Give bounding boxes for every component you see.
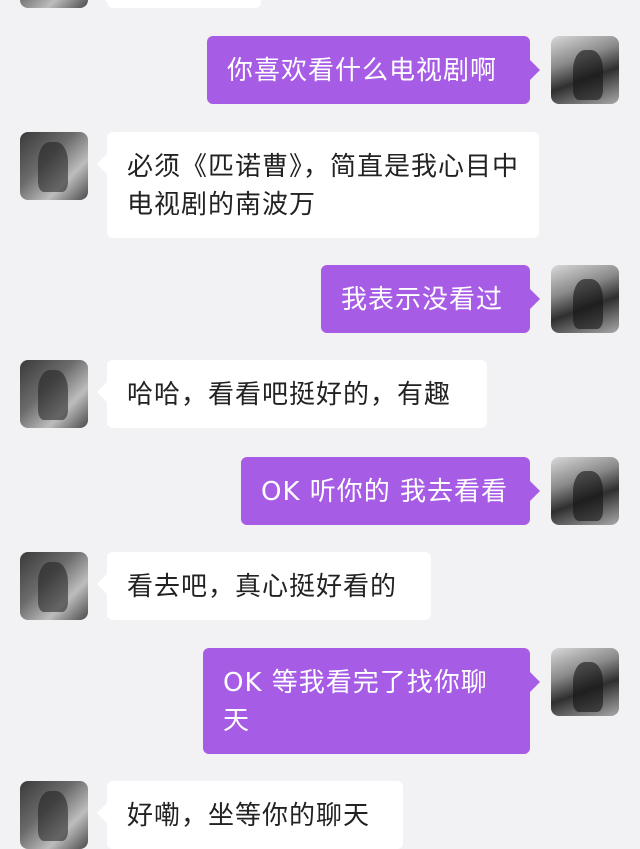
- friend-avatar[interactable]: [20, 781, 88, 849]
- avatar-image: [38, 562, 68, 612]
- message-text: 必须《匹诺曹》，简直是我心目中电视剧的南波万: [127, 152, 520, 220]
- incoming-message-bubble[interactable]: 必须《匹诺曹》，简直是我心目中电视剧的南波万: [97, 132, 539, 238]
- chat-message-list[interactable]: 你喜欢看什么电视剧啊 必须《匹诺曹》，简直是我心目中电视剧的南波万 我表示没看过…: [0, 0, 640, 849]
- incoming-message-bubble[interactable]: 看去吧，真心挺好看的: [97, 552, 431, 620]
- message-text: OK 听你的 我去看看: [261, 477, 509, 507]
- avatar-image: [38, 370, 68, 420]
- friend-avatar[interactable]: [20, 132, 88, 200]
- avatar-image: [38, 791, 68, 841]
- incoming-message-bubble[interactable]: 好嘞，坐等你的聊天: [97, 781, 403, 849]
- message-text: 好嘞，坐等你的聊天: [127, 801, 371, 831]
- friend-avatar[interactable]: [20, 552, 88, 620]
- friend-avatar[interactable]: [20, 0, 88, 8]
- avatar-image: [38, 142, 68, 192]
- message-text: 我表示没看过: [341, 285, 504, 315]
- message-text: 哈哈，看看吧挺好的，有趣: [127, 380, 452, 410]
- my-avatar[interactable]: [551, 36, 619, 104]
- incoming-message-bubble[interactable]: 哈哈，看看吧挺好的，有趣: [97, 360, 487, 428]
- my-avatar[interactable]: [551, 648, 619, 716]
- avatar-image: [573, 662, 603, 712]
- outgoing-message-bubble[interactable]: 我表示没看过: [321, 265, 540, 333]
- partial-incoming-bubble: [97, 0, 261, 8]
- outgoing-message-bubble[interactable]: 你喜欢看什么电视剧啊: [207, 36, 540, 104]
- my-avatar[interactable]: [551, 457, 619, 525]
- message-text: OK 等我看完了找你聊天: [223, 668, 488, 736]
- avatar-image: [573, 50, 603, 100]
- avatar-image: [573, 471, 603, 521]
- friend-avatar[interactable]: [20, 360, 88, 428]
- message-text: 看去吧，真心挺好看的: [127, 572, 398, 602]
- outgoing-message-bubble[interactable]: OK 听你的 我去看看: [241, 457, 540, 525]
- avatar-image: [573, 279, 603, 329]
- my-avatar[interactable]: [551, 265, 619, 333]
- outgoing-message-bubble[interactable]: OK 等我看完了找你聊天: [203, 648, 540, 754]
- message-text: 你喜欢看什么电视剧啊: [227, 56, 498, 86]
